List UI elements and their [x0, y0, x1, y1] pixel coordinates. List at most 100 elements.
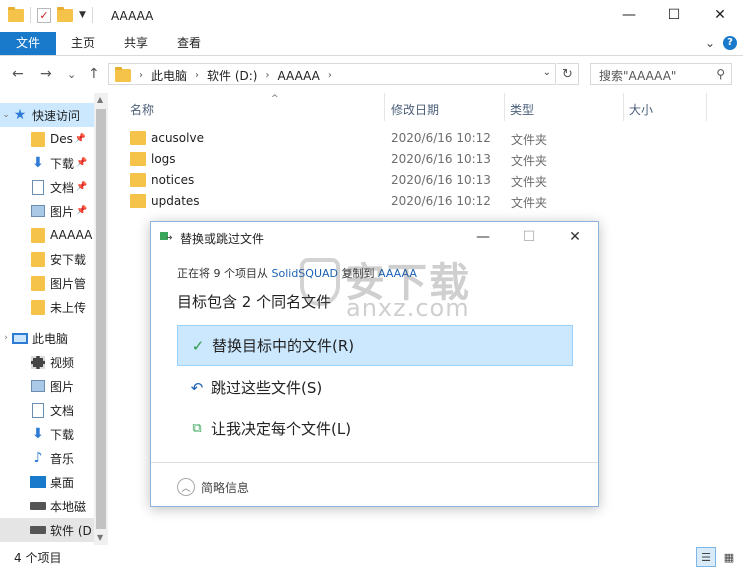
tab-share[interactable]: 共享 [113, 32, 159, 55]
nav-item-not-uploaded[interactable]: 未上传 [0, 295, 94, 319]
collapse-ribbon-icon[interactable]: ⌄ [705, 36, 715, 50]
address-bar[interactable]: › 此电脑 › 软件 (D:) › AAAAA › ⌄ [108, 63, 556, 85]
nav-label: 文档 [50, 403, 75, 418]
column-header-type[interactable]: 类型 [510, 97, 625, 121]
nav-item-desktop-pc[interactable]: 桌面 [0, 470, 94, 494]
nav-scrollbar-thumb[interactable] [96, 109, 106, 529]
nav-label: 软件 (D [50, 523, 92, 538]
nav-item-pc-documents[interactable]: 文档 [0, 398, 94, 422]
forward-button[interactable]: → [40, 66, 52, 82]
close-button[interactable]: ✕ [697, 0, 743, 30]
table-row[interactable]: updates 2020/6/16 10:12 文件夹 [130, 191, 550, 212]
properties-icon[interactable]: ✓ [37, 7, 51, 23]
column-divider[interactable] [706, 93, 707, 121]
drive-icon [30, 523, 46, 537]
dialog-minimize-button[interactable]: — [473, 227, 493, 247]
document-icon [30, 179, 46, 195]
folder-icon [115, 67, 131, 82]
nav-label: 快速访问 [32, 108, 81, 123]
details-view-button[interactable]: ☰ [696, 547, 716, 567]
pin-icon: 📌 [76, 206, 88, 216]
column-header-size[interactable]: 大小 [629, 97, 709, 121]
source-link[interactable]: SolidSQUAD [272, 267, 339, 280]
tab-file[interactable]: 文件 [0, 32, 56, 55]
nav-item-pc-downloads[interactable]: ⬇ 下载 [0, 422, 94, 446]
up-button[interactable]: ↑ [88, 66, 100, 82]
search-input[interactable]: 搜索"AAAAA" ⚲ [590, 63, 732, 85]
breadcrumb-separator[interactable]: › [265, 70, 269, 81]
nav-item-local-disk[interactable]: 本地磁 [0, 494, 94, 518]
computer-icon [12, 331, 28, 345]
maximize-button[interactable]: ☐ [651, 0, 697, 30]
nav-item-drive-d[interactable]: 软件 (D [0, 518, 94, 542]
column-header-date[interactable]: 修改日期 [391, 97, 506, 121]
nav-item-videos[interactable]: 视频 [0, 350, 94, 374]
option-label: 让我决定每个文件(L) [211, 420, 352, 438]
address-row: ← → ⌄ ↑ › 此电脑 › 软件 (D:) › AAAAA › ⌄ ↻ 搜索… [0, 56, 743, 93]
fewer-details-link[interactable]: 简略信息 [201, 479, 249, 496]
column-divider[interactable] [623, 93, 624, 121]
breadcrumb-folder[interactable]: AAAAA [277, 69, 319, 83]
copy-files-icon: ➜ [160, 232, 174, 242]
music-icon: ♪ [33, 450, 43, 466]
table-row[interactable]: logs 2020/6/16 10:13 文件夹 [130, 149, 550, 170]
nav-item-downloads[interactable]: ⬇ 下载 📌 [0, 151, 94, 175]
folder-icon [30, 131, 46, 147]
column-divider[interactable] [384, 93, 385, 121]
refresh-button[interactable]: ↻ [557, 63, 579, 85]
breadcrumb-separator[interactable]: › [195, 70, 199, 81]
nav-label: 下载 [50, 427, 75, 442]
expand-icon[interactable]: ⌄ [0, 110, 12, 120]
copy-icon: ⧉ [192, 421, 202, 436]
expand-icon[interactable]: › [0, 333, 12, 343]
decide-each-option[interactable]: ⧉ 让我决定每个文件(L) [177, 408, 573, 449]
nav-item-music[interactable]: ♪ 音乐 [0, 446, 94, 470]
navigation-pane: ⌄ ★ 快速访问 Des 📌 ⬇ 下载 📌 文档 📌 图片 📌 AAAAA 安下… [0, 93, 108, 545]
nav-item-desktop[interactable]: Des 📌 [0, 127, 94, 151]
tab-view[interactable]: 查看 [166, 32, 212, 55]
help-icon[interactable]: ? [723, 36, 737, 50]
nav-item-aaaaa[interactable]: AAAAA [0, 223, 94, 247]
skip-files-option[interactable]: ↶ 跳过这些文件(S) [177, 367, 573, 408]
nav-item-pictures[interactable]: 图片 📌 [0, 199, 94, 223]
desktop-icon [30, 475, 46, 489]
nav-label: 图片 [50, 204, 75, 219]
replace-files-option[interactable]: ✓ 替换目标中的文件(R) [177, 325, 573, 366]
breadcrumb-this-pc[interactable]: 此电脑 [151, 67, 187, 84]
chevron-up-icon[interactable]: ︿ [177, 478, 195, 496]
nav-item-anxz[interactable]: 安下载 [0, 247, 94, 271]
nav-item-picture-manager[interactable]: 图片管 [0, 271, 94, 295]
recent-locations-button[interactable]: ⌄ [67, 68, 76, 81]
nav-label: Des [50, 132, 73, 146]
nav-label: 安下载 [50, 252, 87, 267]
address-dropdown-icon[interactable]: ⌄ [543, 67, 551, 78]
scroll-down-icon[interactable]: ▼ [97, 533, 103, 542]
option-label: 跳过这些文件(S) [211, 379, 323, 397]
sort-ascending-icon: ^ [271, 94, 279, 104]
item-count: 4 个项目 [14, 551, 62, 565]
nav-item-pc-pictures[interactable]: 图片 [0, 374, 94, 398]
table-row[interactable]: acusolve 2020/6/16 10:12 文件夹 [130, 128, 550, 149]
new-folder-icon[interactable] [57, 6, 73, 22]
folder-icon [30, 275, 46, 291]
nav-quick-access[interactable]: ⌄ ★ 快速访问 [0, 103, 94, 127]
dialog-close-button[interactable]: ✕ [565, 227, 585, 247]
large-icons-view-button[interactable]: ▦ [719, 547, 739, 567]
nav-this-pc[interactable]: › 此电脑 [0, 326, 94, 350]
back-button[interactable]: ← [12, 66, 24, 82]
star-icon: ★ [13, 107, 27, 123]
nav-label: 图片 [50, 379, 75, 394]
column-divider[interactable] [504, 93, 505, 121]
column-header-name[interactable]: ^ 名称 [128, 94, 385, 121]
table-row[interactable]: notices 2020/6/16 10:13 文件夹 [130, 170, 550, 191]
tab-home[interactable]: 主页 [60, 32, 106, 55]
customize-toolbar-icon[interactable]: ▼ [79, 10, 86, 20]
breadcrumb-drive[interactable]: 软件 (D:) [207, 67, 257, 84]
picture-icon [30, 204, 46, 218]
scroll-up-icon[interactable]: ▲ [97, 95, 103, 104]
breadcrumb-separator[interactable]: › [139, 70, 143, 81]
minimize-button[interactable]: — [606, 0, 652, 30]
destination-link[interactable]: AAAAA [378, 267, 417, 280]
nav-item-documents[interactable]: 文档 📌 [0, 175, 94, 199]
breadcrumb-separator[interactable]: › [328, 70, 332, 81]
